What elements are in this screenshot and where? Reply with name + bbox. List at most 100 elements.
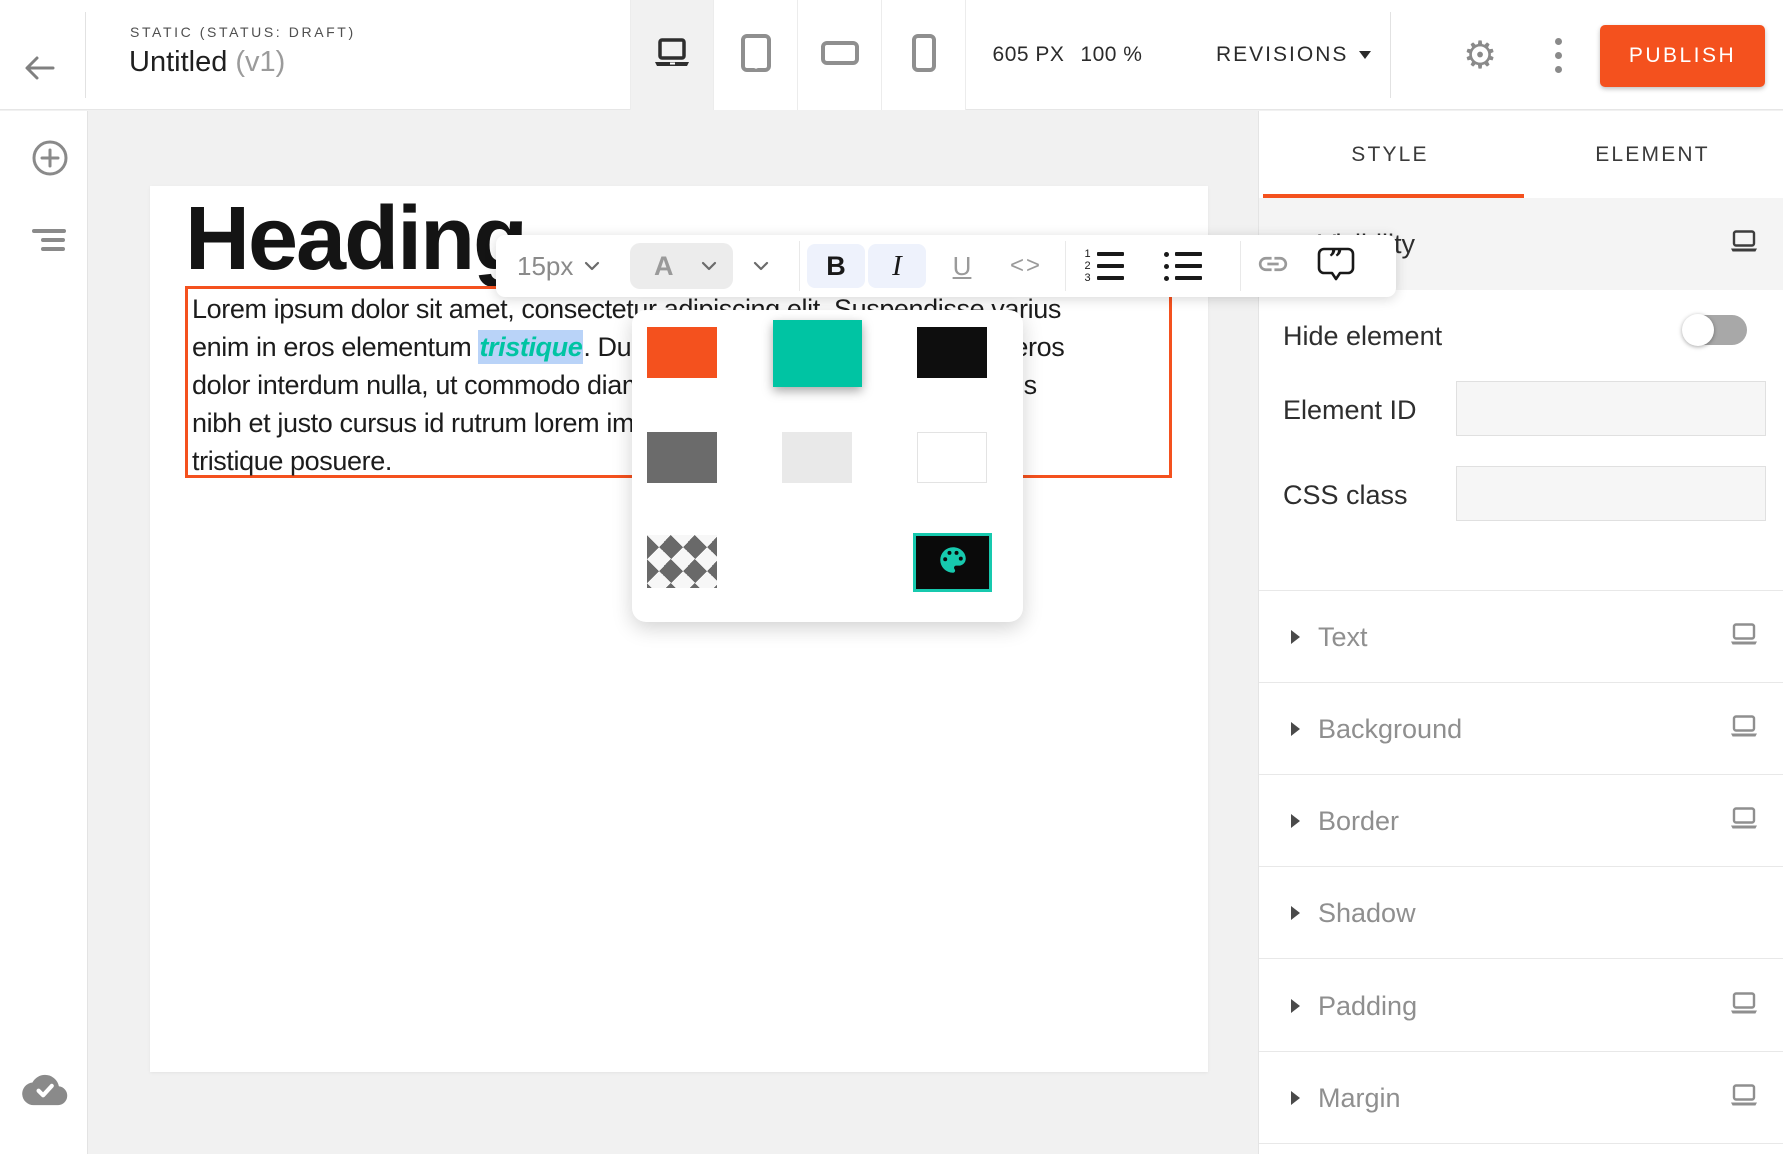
accordion-background[interactable]: Background [1259,683,1783,775]
accordion-border[interactable]: Border [1259,775,1783,867]
doc-status-label: STATIC (STATUS: DRAFT) [130,24,356,40]
chevron-down-icon [701,258,717,274]
quote-bubble-icon: ” [1314,242,1358,291]
caret-right-icon [1291,722,1300,736]
accordion-text[interactable]: Text [1259,591,1783,683]
page-builder-app: STATIC (STATUS: DRAFT) Untitled (v1) [0,0,1783,1154]
accordion-label: Border [1318,775,1399,867]
panel-tabs: STYLE ELEMENT [1259,111,1783,198]
css-class-input[interactable] [1456,466,1766,521]
palette-icon [936,543,970,582]
publish-button[interactable]: PUBLISH [1600,25,1765,87]
caret-right-icon [1291,999,1300,1013]
accordion-padding[interactable]: Padding [1259,960,1783,1052]
color-picker-popover [632,310,1023,622]
color-swatch-orange[interactable] [647,327,717,378]
color-swatch-dark-gray[interactable] [647,432,717,483]
divider [1390,12,1391,98]
bold-button[interactable]: B [807,244,865,288]
back-arrow-icon[interactable] [20,50,64,90]
code-button[interactable]: <> [998,244,1054,288]
kebab-menu-icon[interactable] [1540,0,1576,110]
text-selection-highlight: tristique [478,330,583,364]
accordion-label: Text [1318,591,1368,683]
phone-icon [911,33,937,78]
color-swatch-light-gray[interactable] [782,432,852,483]
caret-right-icon [1291,814,1300,828]
svg-text:”: ” [1329,245,1344,275]
device-tablet-button[interactable] [714,0,798,110]
doc-version: (v1) [235,46,285,78]
font-size-value[interactable]: 15px [517,235,573,297]
canvas-width-value: 605 PX [993,43,1065,67]
color-swatch-black[interactable] [917,327,987,378]
toggle-knob [1682,314,1714,346]
text-color-label: A [654,251,674,282]
laptop-icon [1729,991,1759,1020]
device-preview-group [630,0,966,110]
divider [85,12,86,98]
caret-right-icon [1291,630,1300,644]
bullet-list-button[interactable] [1164,250,1202,282]
device-desktop-button[interactable] [630,0,714,110]
highlight-color-dropdown[interactable] [753,235,769,297]
divider [1240,241,1241,291]
laptop-icon [1729,806,1759,835]
hide-element-toggle[interactable] [1685,315,1747,345]
css-class-label: CSS class [1283,480,1408,511]
add-element-icon[interactable] [31,139,69,182]
device-landscape-button[interactable] [798,0,882,110]
phone-landscape-icon [820,40,860,71]
element-id-input[interactable] [1456,381,1766,436]
hide-element-row: Hide element [1283,307,1760,367]
heading-text[interactable]: Heading [185,194,526,284]
caret-down-icon [1359,51,1371,59]
underline-button[interactable]: U [938,244,986,288]
device-phone-button[interactable] [882,0,966,110]
text-color-dropdown-open[interactable]: A [630,243,733,289]
accordion-label: Background [1318,683,1462,775]
canvas-size-indicator: 605 PX 100 % [975,0,1160,110]
doc-title-text: Untitled [129,46,227,78]
laptop-icon [652,37,692,74]
layers-tree-icon[interactable] [32,229,66,251]
accordion-label: Margin [1318,1052,1401,1144]
divider [799,241,800,291]
color-swatch-white[interactable] [917,432,987,483]
saved-cloud-check-icon [22,1073,68,1112]
left-sidebar [0,111,88,1154]
doc-title: Untitled (v1) [129,46,285,79]
rich-text-toolbar: 15px A B I U <> 1 2 3 [496,235,1396,297]
laptop-icon [1729,230,1759,259]
link-button[interactable] [1256,235,1290,297]
accordion-label: Shadow [1318,867,1416,959]
revisions-label: REVISIONS [1216,43,1348,67]
font-size-dropdown[interactable] [584,235,600,297]
custom-color-button[interactable] [913,533,992,592]
caret-right-icon [1291,1091,1300,1105]
caret-right-icon [1291,906,1300,920]
accordion-label: Padding [1318,960,1417,1052]
paragraph-segment: enim in eros elementum [192,332,478,362]
quote-button[interactable]: ” [1314,235,1358,297]
settings-gear-icon[interactable]: ⚙ [1458,0,1502,110]
tab-style[interactable]: STYLE [1259,111,1521,198]
divider [1065,241,1066,291]
accordion-shadow[interactable]: Shadow [1259,867,1783,959]
element-id-row: Element ID [1283,381,1760,437]
canvas-zoom-value: 100 % [1080,43,1142,67]
laptop-icon [1729,714,1759,743]
tablet-icon [740,33,772,78]
color-swatch-transparent[interactable] [647,535,717,588]
css-class-row: CSS class [1283,466,1760,522]
revisions-dropdown[interactable]: REVISIONS [1216,0,1371,110]
laptop-icon [1729,622,1759,651]
accordion-margin[interactable]: Margin [1259,1052,1783,1144]
italic-button[interactable]: I [868,244,926,288]
link-icon [1256,247,1290,286]
top-bar: STATIC (STATUS: DRAFT) Untitled (v1) [0,0,1783,110]
hide-element-label: Hide element [1283,321,1442,352]
ordered-list-button[interactable]: 1 2 3 [1084,250,1124,282]
tab-element[interactable]: ELEMENT [1521,111,1783,198]
color-swatch-teal-selected[interactable] [773,320,862,387]
